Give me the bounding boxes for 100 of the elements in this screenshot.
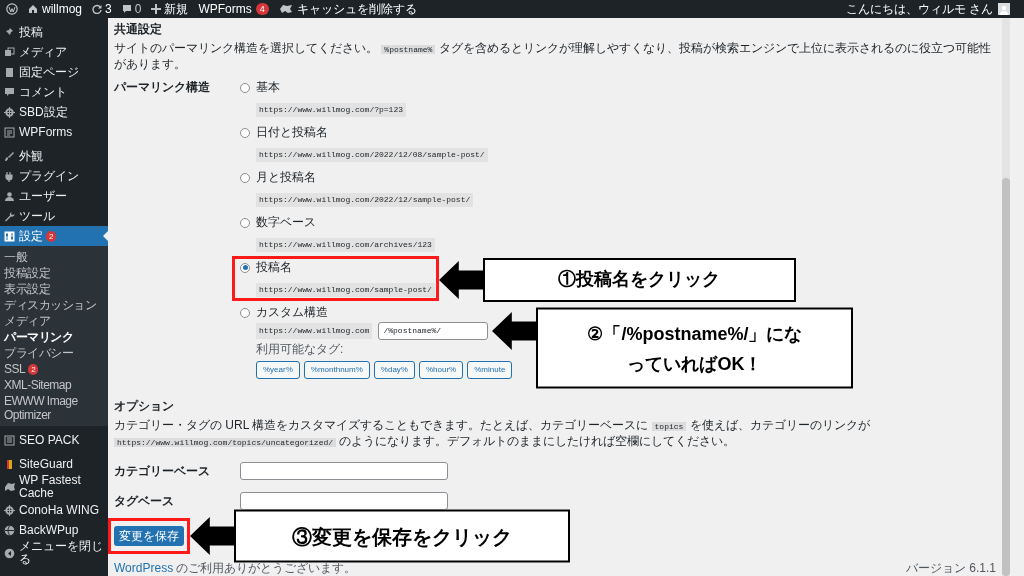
url-example: https://www.willmog.com/2022/12/08/sample-post/ [256, 148, 488, 162]
description-text: カテゴリー・タグの URL 構造をカスタマイズすることもできます。たとえば、カテゴリーベースに topics を使えば、カテゴリーのリンクが https://www.willmog.com/topics/uncategorized/ のようになります。デフォルトのままにしたければ空欄にしてください。 [114, 418, 871, 450]
sliders-icon [4, 230, 15, 242]
person-icon [4, 190, 15, 202]
new-link[interactable]: 新規 [164, 0, 189, 18]
plug-icon [4, 170, 15, 182]
sidebar-item[interactable]: BackWPup [0, 520, 108, 540]
sidebar-item[interactable]: メディア [0, 42, 108, 62]
tag-button[interactable]: %hour% [418, 361, 464, 379]
submenu-item[interactable]: メディア [0, 313, 108, 329]
url-example: https://www.willmog.com/sample-post/ [256, 283, 435, 297]
wrench-icon [4, 210, 15, 222]
sidebar-item[interactable]: ConoHa WING [0, 500, 108, 520]
callout-text: ①投稿名をクリック [558, 268, 721, 291]
sidebar-item[interactable]: 外観 [0, 146, 108, 166]
submenu-item[interactable]: SSL 2 [0, 361, 108, 377]
form-icon [4, 126, 15, 138]
wpforms-link[interactable]: WPForms [198, 0, 252, 18]
section-heading: オプション [114, 399, 175, 414]
submenu-item[interactable]: EWWW Image Optimizer [0, 393, 108, 423]
radio-label[interactable]: カスタム構造 [256, 305, 328, 320]
tag-button[interactable]: %monthnum% [303, 361, 370, 379]
url-example: https://www.willmog.com/archives/123 [256, 238, 435, 252]
document-icon [4, 434, 15, 446]
plus-icon [151, 4, 162, 14]
url-example: https://www.willmog.com/?p=123 [256, 103, 407, 117]
text-field[interactable] [240, 462, 448, 480]
notification-badge: 4 [255, 3, 269, 15]
globe-icon [4, 524, 15, 536]
tag-button[interactable]: %year% [256, 361, 300, 379]
sidebar-item[interactable]: ツール [0, 206, 108, 226]
sidebar-item[interactable]: WP Fastest Cache [0, 474, 108, 500]
sidebar-item[interactable]: SEO PACK [0, 430, 108, 450]
submenu-item[interactable]: パーマリンク [0, 329, 108, 345]
sidebar-item[interactable]: コメント [0, 82, 108, 102]
field-label: タグベース [114, 493, 175, 510]
collapse-icon [4, 547, 15, 559]
radio-label[interactable]: 基本 [256, 80, 280, 95]
site-name-link[interactable]: willmog [42, 0, 82, 18]
tag-button[interactable]: %day% [373, 361, 415, 379]
radio-button[interactable] [240, 217, 250, 228]
custom-structure-field[interactable]: /%postname%/ [378, 322, 489, 340]
shield-icon [4, 458, 15, 470]
refresh-icon [92, 4, 102, 14]
sidebar-item[interactable]: 設定 2 [0, 226, 108, 246]
comment-icon [121, 4, 132, 14]
brush-icon [4, 150, 15, 162]
text-field[interactable] [240, 492, 448, 510]
scrollbar[interactable] [1002, 18, 1010, 576]
sidebar-item[interactable]: ユーザー [0, 186, 108, 206]
tags-label: 利用可能なタグ: [256, 342, 345, 357]
submenu-item[interactable]: 表示設定 [0, 281, 108, 297]
sidebar-item[interactable]: WPForms [0, 122, 108, 142]
greeting-text[interactable]: こんにちは、ウィルモ さん [845, 0, 993, 18]
notification-badge: 2 [46, 230, 57, 242]
sidebar-item[interactable]: 投稿 [0, 22, 108, 42]
home-icon [28, 4, 38, 14]
url-example: https://www.willmog.com/2022/12/sample-post/ [256, 193, 474, 207]
description-text: サイトのパーマリンク構造を選択してください。 %postname% タグを含めるとリンクが理解しやすくなり、投稿が検索エンジンで上位に表示されるのに役立つ可能性があります。 [114, 41, 992, 72]
url-prefix: https://www.willmog.com [256, 323, 373, 339]
avatar-icon [998, 3, 1010, 15]
comments-count[interactable]: 0 [134, 0, 142, 18]
tag-button[interactable]: %minute [467, 361, 513, 379]
sidebar-item[interactable]: プラグイン [0, 166, 108, 186]
current-arrow-icon [103, 231, 108, 241]
radio-label[interactable]: 日付と投稿名 [256, 125, 328, 140]
page-icon [4, 66, 15, 78]
field-label: カテゴリーベース [114, 463, 211, 480]
media-icon [4, 46, 15, 58]
section-heading: 共通設定 [114, 21, 163, 37]
wordpress-link[interactable]: WordPress [114, 561, 174, 575]
menu-label: 設定 [19, 229, 43, 243]
menu-label: SSL [4, 362, 26, 376]
radio-button[interactable] [240, 262, 250, 273]
radio-label[interactable]: 数字ベース [256, 215, 316, 230]
radio-label[interactable]: 投稿名 [256, 260, 292, 275]
submenu-item[interactable]: ディスカッション [0, 297, 108, 313]
notification-badge: 2 [28, 363, 39, 375]
radio-label[interactable]: 月と投稿名 [256, 170, 316, 185]
radio-button[interactable] [240, 307, 250, 318]
sidebar-item[interactable]: 固定ページ [0, 62, 108, 82]
version-text: バージョン 6.1.1 [905, 560, 996, 576]
submenu-item[interactable]: プライバシー [0, 345, 108, 361]
field-label: パーマリンク構造 [114, 80, 211, 96]
submenu-item[interactable]: XML-Sitemap [0, 377, 108, 393]
updates-count[interactable]: 3 [105, 0, 112, 18]
submenu-item[interactable]: 一般 [0, 249, 108, 265]
save-button[interactable]: 変更を保存 [114, 526, 184, 546]
submenu-item[interactable]: 投稿設定 [0, 265, 108, 281]
radio-button[interactable] [240, 127, 250, 138]
sidebar-item[interactable]: メニューを閉じる [0, 540, 108, 566]
sidebar-item[interactable]: SBD設定 [0, 102, 108, 122]
radio-button[interactable] [240, 172, 250, 183]
footer-text: WordPress のご利用ありがとうございます。 [114, 560, 357, 576]
sidebar-item[interactable]: SiteGuard [0, 454, 108, 474]
radio-button[interactable] [240, 82, 250, 93]
clear-cache-link[interactable]: キャッシュを削除する [296, 0, 417, 18]
wordpress-logo[interactable] [6, 3, 18, 15]
callout-text: ②「/%postname%/」にな っていればOK！ [587, 322, 803, 376]
callout-text: ③変更を保存をクリック [292, 524, 512, 550]
